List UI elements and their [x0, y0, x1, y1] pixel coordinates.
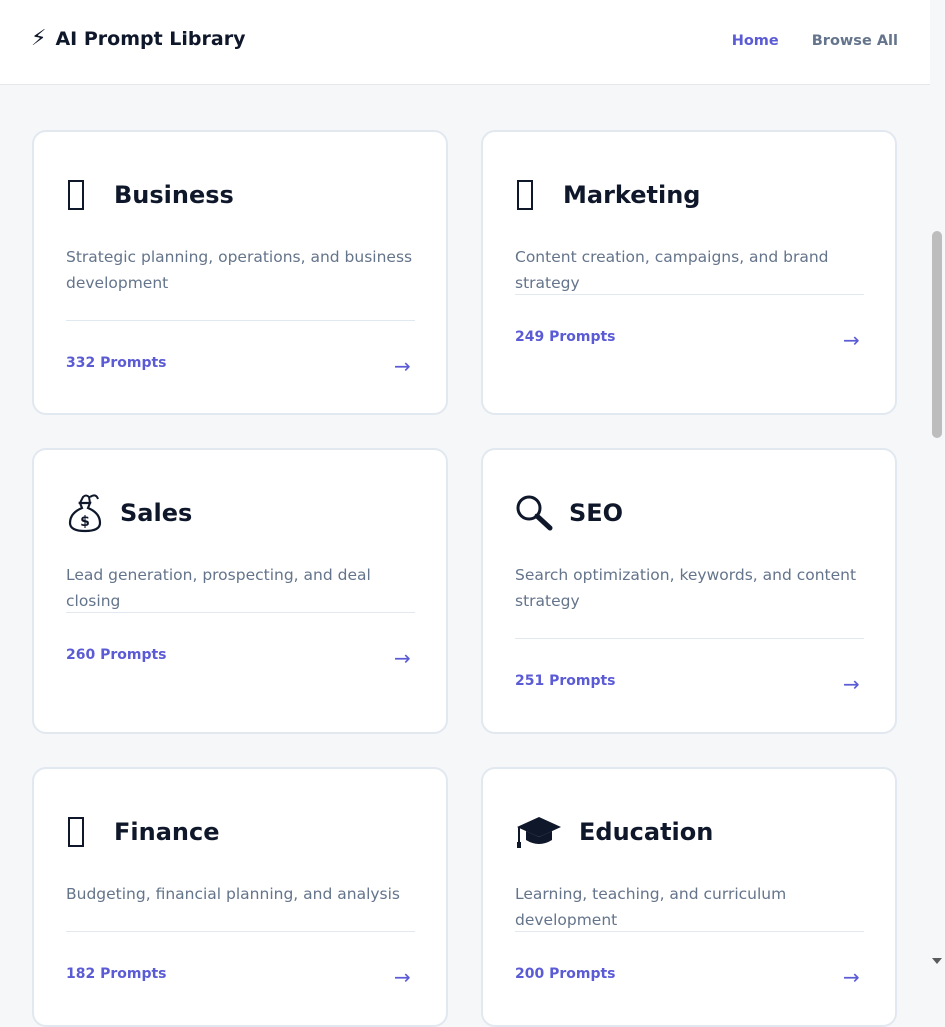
main-nav: Home Browse All: [732, 33, 898, 49]
chart-icon: [66, 813, 102, 851]
prompt-count: 251 Prompts: [515, 673, 616, 689]
category-description: Strategic planning, operations, and busi…: [66, 248, 413, 292]
category-description: Budgeting, financial planning, and analy…: [66, 885, 400, 903]
category-card-marketing[interactable]: Marketing Content creation, campaigns, a…: [481, 130, 897, 415]
scrollbar-thumb[interactable]: [932, 231, 942, 438]
scroll-down-arrow-icon[interactable]: [932, 958, 942, 964]
category-card-education[interactable]: Education Learning, teaching, and curric…: [481, 767, 897, 1027]
megaphone-icon: [515, 176, 551, 214]
category-description: Content creation, campaigns, and brand s…: [515, 248, 829, 292]
category-description: Search optimization, keywords, and conte…: [515, 566, 857, 610]
category-title: Marketing: [563, 181, 701, 209]
prompt-count: 260 Prompts: [66, 647, 167, 663]
graduation-cap-icon: [515, 813, 567, 851]
category-title: Education: [579, 818, 714, 846]
scrollbar-track[interactable]: [930, 0, 945, 973]
top-header: ⚡ AI Prompt Library Home Browse All: [0, 0, 930, 85]
svg-text:$: $: [80, 514, 90, 530]
briefcase-icon: [66, 176, 102, 214]
category-card-sales[interactable]: $ Sales Lead generation, prospecting, an…: [32, 448, 448, 734]
card-divider: [515, 294, 864, 295]
category-card-business[interactable]: Business Strategic planning, operations,…: [32, 130, 448, 415]
magnifying-glass-icon: [515, 494, 557, 532]
arrow-right-icon[interactable]: →: [394, 354, 411, 378]
prompt-count: 249 Prompts: [515, 329, 616, 345]
category-title: Finance: [114, 818, 220, 846]
arrow-right-icon[interactable]: →: [843, 328, 860, 352]
category-title: Business: [114, 181, 234, 209]
category-card-finance[interactable]: Finance Budgeting, financial planning, a…: [32, 767, 448, 1027]
nav-link-home[interactable]: Home: [732, 33, 779, 49]
category-title: SEO: [569, 499, 624, 527]
arrow-right-icon[interactable]: →: [394, 965, 411, 989]
arrow-right-icon[interactable]: →: [843, 965, 860, 989]
brand[interactable]: ⚡ AI Prompt Library: [31, 26, 246, 51]
money-bag-icon: $: [66, 494, 108, 533]
nav-link-browse-all[interactable]: Browse All: [812, 33, 898, 49]
prompt-count: 200 Prompts: [515, 966, 616, 982]
category-title: Sales: [120, 499, 193, 527]
category-card-seo[interactable]: SEO Search optimization, keywords, and c…: [481, 448, 897, 734]
card-divider: [66, 612, 415, 613]
app-title: AI Prompt Library: [55, 28, 246, 50]
lightning-bolt-icon: ⚡: [31, 26, 47, 51]
category-description: Lead generation, prospecting, and deal c…: [66, 566, 371, 610]
card-divider: [515, 931, 864, 932]
category-description: Learning, teaching, and curriculum devel…: [515, 885, 787, 929]
prompt-count: 332 Prompts: [66, 355, 167, 371]
arrow-right-icon[interactable]: →: [843, 672, 860, 696]
card-divider: [66, 320, 415, 321]
card-divider: [515, 638, 864, 639]
arrow-right-icon[interactable]: →: [394, 646, 411, 670]
card-divider: [66, 931, 415, 932]
prompt-count: 182 Prompts: [66, 966, 167, 982]
